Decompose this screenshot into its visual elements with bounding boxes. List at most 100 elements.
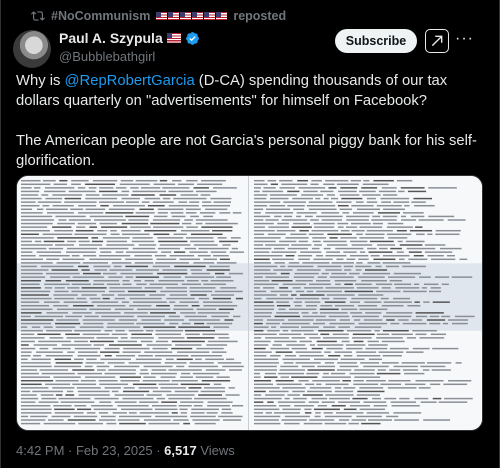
doc-text-line [314, 244, 322, 246]
doc-text-line [287, 204, 305, 207]
doc-text-line [158, 279, 185, 282]
doc-text-line [348, 272, 360, 275]
doc-text-line [423, 419, 451, 421]
doc-text-line [178, 326, 211, 328]
doc-text-line [122, 351, 141, 353]
doc-text-line [229, 251, 244, 253]
doc-text-line [359, 237, 385, 239]
doc-text-line [200, 194, 211, 196]
doc-text-line [358, 294, 384, 296]
doc-text-line [281, 419, 307, 421]
doc-text-line [20, 204, 40, 207]
doc-text-line [340, 187, 358, 189]
doc-text-line [115, 251, 124, 253]
doc-text-line [323, 247, 331, 250]
doc-text-line [197, 183, 223, 186]
doc-text-line [265, 219, 279, 221]
avatar[interactable] [13, 30, 51, 68]
doc-text-line [427, 254, 444, 257]
doc-text-line [253, 215, 271, 218]
attached-image[interactable] [16, 175, 483, 431]
doc-text-line [160, 387, 186, 389]
doc-text-line [328, 354, 341, 357]
doc-text-line [307, 390, 332, 393]
doc-text-line [189, 251, 208, 253]
doc-text-line [323, 183, 335, 186]
repost-header[interactable]: #NoCommunism reposted [31, 9, 286, 23]
doc-text-line [201, 226, 233, 228]
doc-text-line [102, 194, 129, 196]
doc-text-line [253, 183, 268, 186]
doc-text-line [308, 201, 333, 203]
doc-text-line [224, 319, 234, 321]
doc-text-line [438, 401, 468, 403]
doc-text-line [130, 337, 154, 339]
meta-separator: · [152, 443, 165, 458]
doc-text-line [323, 372, 329, 375]
doc-text-line [325, 269, 342, 271]
grok-icon[interactable] [425, 29, 449, 53]
doc-text-line [345, 226, 358, 228]
doc-text-line [198, 247, 229, 250]
doc-text-line [292, 197, 313, 200]
doc-text-line [210, 197, 232, 200]
doc-text-line [376, 333, 390, 336]
doc-text-line [195, 190, 217, 193]
doc-text-line [106, 240, 127, 243]
doc-text-line [52, 347, 71, 350]
doc-text-line [20, 390, 31, 393]
doc-text-line [66, 251, 96, 253]
doc-text-line [79, 326, 104, 328]
post-time[interactable]: 4:42 PM [16, 443, 64, 458]
doc-text-line [20, 379, 54, 382]
doc-text-line [319, 308, 339, 311]
doc-text-line [269, 204, 286, 207]
doc-text-line [51, 415, 71, 418]
author-handle[interactable]: @Bubblebathgirl [59, 49, 200, 64]
mention-link[interactable]: @RepRobertGarcia [65, 73, 195, 89]
doc-text-line [349, 404, 371, 407]
doc-text-line [357, 304, 378, 307]
doc-text-line [376, 372, 401, 375]
doc-text-line [454, 315, 475, 318]
doc-text-line [205, 369, 226, 371]
doc-text-line [165, 358, 174, 361]
doc-text-line [205, 222, 238, 225]
doc-text-line [317, 276, 327, 278]
doc-text-line [390, 401, 417, 403]
doc-text-line [273, 247, 285, 250]
author-name[interactable]: Paul A. Szypula [59, 30, 163, 46]
doc-text-line [334, 279, 357, 282]
doc-text-line [410, 215, 425, 218]
doc-text-line [359, 226, 383, 228]
post-date[interactable]: Feb 23, 2025 [76, 443, 153, 458]
doc-text-line [201, 179, 226, 182]
doc-text-line [216, 276, 231, 278]
doc-text-line [295, 279, 313, 282]
doc-text-line [336, 201, 352, 203]
doc-text-line [55, 322, 81, 325]
doc-text-line [211, 351, 227, 353]
doc-text-line [439, 247, 462, 250]
doc-text-line [144, 229, 177, 232]
doc-text-line [419, 276, 431, 278]
doc-text-line [106, 422, 117, 425]
doc-text-line [269, 390, 289, 393]
doc-text-line [276, 301, 289, 303]
doc-text-line [403, 212, 424, 214]
doc-text-line [125, 276, 134, 278]
doc-text-line [253, 322, 263, 325]
subscribe-button[interactable]: Subscribe [335, 29, 417, 53]
doc-text-line [166, 394, 195, 396]
doc-text-line [178, 183, 194, 186]
doc-text-line [82, 333, 110, 336]
doc-text-line [180, 194, 199, 196]
doc-text-line [203, 215, 214, 218]
doc-text-line [432, 397, 442, 400]
author-block[interactable]: Paul A. Szypula @Bubblebathgirl [59, 30, 200, 64]
more-options-icon[interactable]: ··· [455, 30, 474, 48]
doc-text-line [20, 258, 44, 261]
doc-text-line [358, 276, 385, 278]
doc-text-line [399, 258, 405, 261]
doc-text-line [265, 276, 290, 278]
